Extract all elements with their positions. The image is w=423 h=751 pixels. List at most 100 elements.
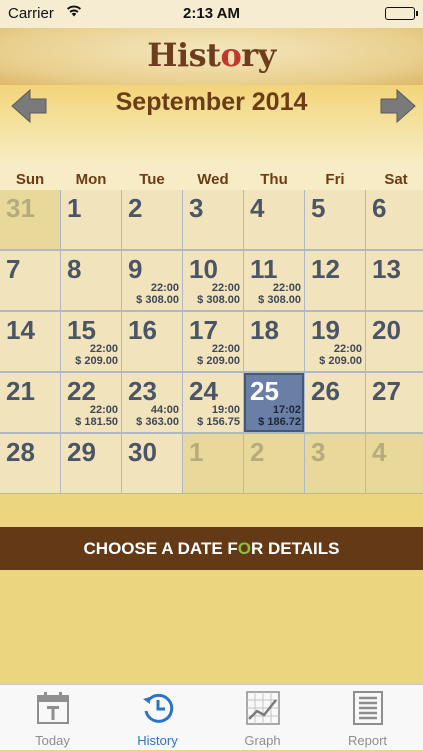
calendar-day-cell[interactable]: 7 — [0, 251, 60, 310]
day-amount: $ 209.00 — [75, 355, 118, 367]
day-number: 31 — [6, 193, 35, 223]
calendar-day-cell[interactable]: 27 — [366, 373, 423, 432]
day-number: 1 — [189, 437, 204, 467]
history-logo: History — [147, 36, 276, 74]
day-number: 2 — [128, 193, 143, 223]
weekday-label: Sat — [384, 171, 408, 188]
tab-today-label: Today — [35, 733, 70, 748]
calendar-day-cell[interactable]: 13 — [366, 251, 423, 310]
battery-icon — [385, 7, 418, 20]
calendar-day-cell[interactable]: 9 22:00 $ 308.00 — [122, 251, 182, 310]
day-number: 24 — [189, 376, 218, 406]
day-number: 20 — [372, 315, 401, 345]
day-number: 4 — [250, 193, 265, 223]
day-number: 3 — [189, 193, 204, 223]
tab-report-label: Report — [347, 733, 388, 748]
day-hours: 22:00 — [89, 404, 118, 416]
calendar-day-cell[interactable]: 15 22:00 $ 209.00 — [61, 312, 121, 371]
calendar-day-cell[interactable]: 26 — [305, 373, 365, 432]
calendar-day-cell[interactable]: 16 — [122, 312, 182, 371]
next-month-arrow-icon[interactable] — [379, 88, 417, 124]
calendar-day-cell[interactable]: 2 — [122, 190, 182, 249]
day-number: 28 — [6, 437, 35, 467]
day-number: 2 — [250, 437, 265, 467]
day-amount: $ 363.00 — [136, 416, 179, 428]
tab-graph[interactable]: Graph — [210, 685, 315, 751]
calendar-day-cell[interactable]: 1 — [61, 190, 121, 249]
calendar-icon — [36, 691, 70, 725]
calendar-day-cell[interactable]: 3 — [305, 434, 365, 493]
tab-report[interactable]: Report — [315, 685, 420, 751]
calendar-day-cell[interactable]: 12 — [305, 251, 365, 310]
day-hours: 22:00 — [150, 282, 179, 294]
day-hours: 22:00 — [272, 282, 301, 294]
tab-history-label: History — [137, 733, 178, 748]
day-amount: $ 156.75 — [197, 416, 240, 428]
day-amount: $ 186.72 — [258, 416, 301, 428]
calendar-day-cell[interactable]: 3 — [183, 190, 243, 249]
day-amount: $ 181.50 — [75, 416, 118, 428]
calendar-grid: 31 1 2 3 4 5 6 7 8 9 22:00 $ 308.00 10 22:00 $ 308.00 1… — [0, 190, 423, 494]
calendar-day-cell[interactable]: 10 22:00 $ 308.00 — [183, 251, 243, 310]
day-number: 9 — [128, 254, 143, 284]
day-number: 15 — [67, 315, 96, 345]
tab-history[interactable]: History — [105, 685, 210, 751]
calendar-day-cell[interactable]: 18 — [244, 312, 304, 371]
calendar-day-cell[interactable]: 6 — [366, 190, 423, 249]
day-number: 13 — [372, 254, 401, 284]
weekday-label: Sun — [15, 171, 45, 188]
calendar-day-cell[interactable]: 29 — [61, 434, 121, 493]
day-number: 1 — [67, 193, 82, 223]
calendar-day-cell[interactable]: 19 22:00 $ 209.00 — [305, 312, 365, 371]
day-number: 11 — [250, 254, 278, 284]
day-number: 25 — [250, 376, 279, 406]
day-number: 3 — [311, 437, 326, 467]
calendar-day-cell[interactable]: 30 — [122, 434, 182, 493]
calendar-day-cell[interactable]: 4 — [244, 190, 304, 249]
calendar-day-cell[interactable]: 2 — [244, 434, 304, 493]
day-number: 16 — [128, 315, 157, 345]
calendar-day-cell-selected[interactable]: 25 17:02 $ 186.72 — [244, 373, 304, 432]
tab-today[interactable]: Today — [0, 685, 105, 751]
day-number: 19 — [311, 315, 340, 345]
day-number: 27 — [372, 376, 401, 406]
month-title: September 2014 — [115, 88, 308, 116]
calendar-day-cell[interactable]: 20 — [366, 312, 423, 371]
calendar-day-cell[interactable]: 1 — [183, 434, 243, 493]
calendar-day-cell[interactable]: 28 — [0, 434, 60, 493]
app-header: History — [0, 28, 423, 85]
calendar-day-cell[interactable]: 22 22:00 $ 181.50 — [61, 373, 121, 432]
day-number: 17 — [189, 315, 218, 345]
calendar-day-cell[interactable]: 24 19:00 $ 156.75 — [183, 373, 243, 432]
weekday-label: Tue — [139, 171, 165, 188]
calendar-day-cell[interactable]: 31 — [0, 190, 60, 249]
day-amount: $ 209.00 — [319, 355, 362, 367]
calendar-day-cell[interactable]: 21 — [0, 373, 60, 432]
tab-bar: Today History Graph Report — [0, 684, 423, 750]
day-number: 4 — [372, 437, 387, 467]
day-number: 26 — [311, 376, 340, 406]
day-hours: 44:00 — [150, 404, 179, 416]
weekday-label: Wed — [197, 171, 229, 188]
calendar-day-cell[interactable]: 5 — [305, 190, 365, 249]
weekday-label: Fri — [325, 171, 345, 188]
graph-icon — [246, 691, 280, 725]
calendar-day-cell[interactable]: 17 22:00 $ 209.00 — [183, 312, 243, 371]
status-time: 2:13 AM — [183, 5, 240, 22]
calendar-day-cell[interactable]: 23 44:00 $ 363.00 — [122, 373, 182, 432]
calendar-day-cell[interactable]: 11 22:00 $ 308.00 — [244, 251, 304, 310]
weekday-label: Mon — [75, 171, 107, 188]
report-icon — [351, 691, 385, 725]
day-hours: 17:02 — [272, 404, 301, 416]
day-number: 5 — [311, 193, 326, 223]
status-bar: Carrier 2:13 AM — [0, 0, 423, 28]
day-amount: $ 308.00 — [197, 294, 240, 306]
calendar-day-cell[interactable]: 4 — [366, 434, 423, 493]
calendar-day-cell[interactable]: 14 — [0, 312, 60, 371]
day-hours: 22:00 — [333, 343, 362, 355]
calendar-day-cell[interactable]: 8 — [61, 251, 121, 310]
day-amount: $ 308.00 — [136, 294, 179, 306]
day-amount: $ 209.00 — [197, 355, 240, 367]
day-hours: 22:00 — [211, 282, 240, 294]
day-number: 18 — [250, 315, 279, 345]
